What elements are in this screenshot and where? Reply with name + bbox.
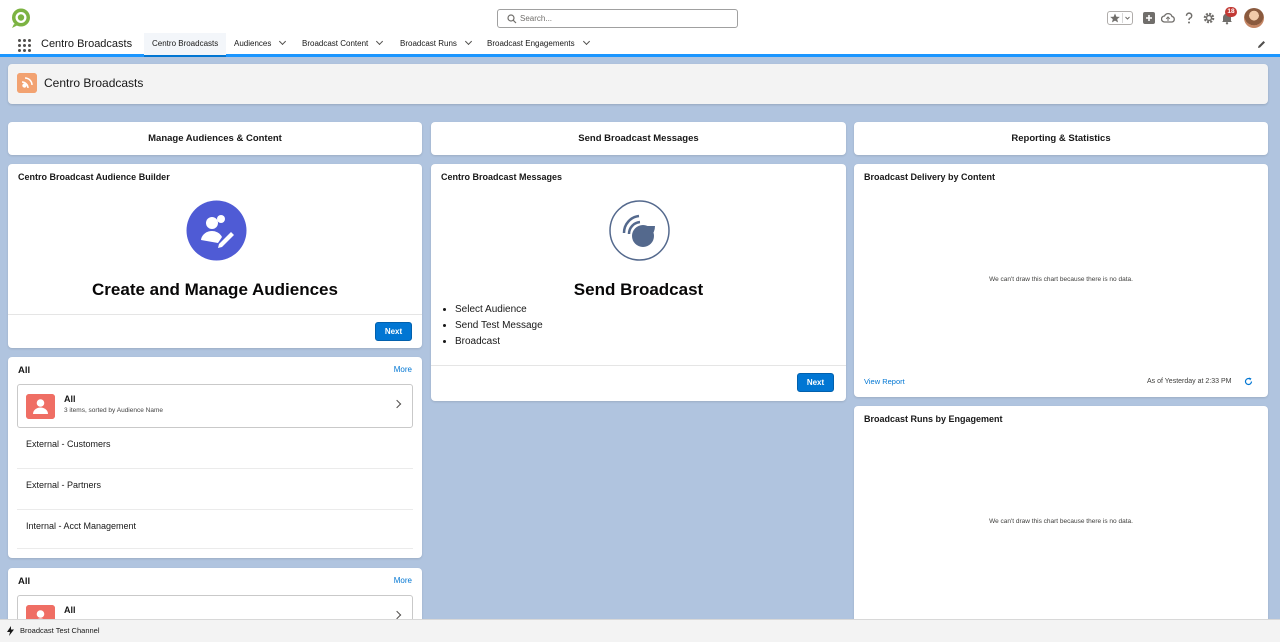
lightning-icon bbox=[7, 626, 14, 636]
row-divider bbox=[17, 509, 413, 510]
navigation-bar: Centro Broadcasts Centro Broadcasts Audi… bbox=[0, 33, 1280, 57]
user-avatar[interactable] bbox=[1244, 8, 1264, 28]
audience-list-view: All More All 3 items, sorted by Audience… bbox=[8, 357, 422, 558]
card-heading: Send Broadcast bbox=[573, 280, 704, 299]
list-item: Broadcast bbox=[455, 336, 543, 348]
as-of-timestamp: As of Yesterday at 2:33 PM bbox=[1147, 378, 1232, 385]
column-title: Reporting & Statistics bbox=[1011, 133, 1111, 144]
chevron-down-icon[interactable] bbox=[376, 37, 384, 46]
row-divider bbox=[17, 468, 413, 469]
card-title: Centro Broadcast Audience Builder bbox=[18, 172, 170, 182]
column-header-send: Send Broadcast Messages bbox=[431, 122, 846, 155]
page-header: Centro Broadcasts bbox=[8, 64, 1268, 104]
tab-label: Broadcast Content bbox=[302, 39, 369, 48]
next-button[interactable]: Next bbox=[375, 322, 412, 341]
chevron-right-icon bbox=[392, 399, 402, 409]
list-item[interactable]: External - Customers bbox=[26, 439, 413, 449]
tab-broadcast-runs[interactable]: Broadcast Runs bbox=[400, 33, 472, 57]
no-data-message: We can't draw this chart because there i… bbox=[989, 276, 1133, 283]
app-name: Centro Broadcasts bbox=[41, 38, 133, 50]
help-icon[interactable] bbox=[1182, 11, 1196, 25]
page-title: Centro Broadcasts bbox=[44, 76, 144, 90]
tab-label: Broadcast Engagements bbox=[487, 39, 575, 48]
search-icon bbox=[507, 14, 517, 24]
tab-audiences[interactable]: Audiences bbox=[234, 33, 287, 57]
card-heading: Create and Manage Audiences bbox=[92, 280, 338, 299]
view-report-link[interactable]: View Report bbox=[864, 377, 905, 386]
chevron-down-icon[interactable] bbox=[279, 37, 287, 46]
card-title: Broadcast Runs by Engagement bbox=[864, 414, 1003, 424]
edit-pencil-icon[interactable] bbox=[1257, 40, 1266, 49]
row-divider bbox=[17, 548, 413, 549]
card-title: Broadcast Delivery by Content bbox=[864, 172, 996, 182]
card-divider bbox=[431, 365, 846, 366]
audience-builder-icon bbox=[186, 200, 247, 261]
chevron-down-icon[interactable] bbox=[582, 37, 590, 46]
audience-icon bbox=[26, 394, 55, 419]
favorites-star-icon bbox=[1110, 13, 1130, 23]
utility-item-broadcast-test-channel[interactable]: Broadcast Test Channel bbox=[20, 626, 100, 635]
list-item: Send Test Message bbox=[455, 320, 543, 332]
list-summary[interactable]: All 3 items, sorted by Audience Name bbox=[17, 384, 413, 428]
global-search[interactable] bbox=[497, 9, 738, 28]
favorites-button[interactable] bbox=[1107, 11, 1133, 25]
more-link[interactable]: More bbox=[394, 365, 412, 374]
list-item[interactable]: Internal - Acct Management bbox=[26, 521, 413, 531]
list-summary-name: All bbox=[64, 394, 76, 404]
column-header-manage: Manage Audiences & Content bbox=[8, 122, 422, 155]
chevron-right-icon bbox=[392, 610, 402, 620]
column-title: Send Broadcast Messages bbox=[578, 133, 699, 144]
broadcast-icon bbox=[17, 73, 37, 93]
broadcast-messages-card: Centro Broadcast Messages Send Broadcast… bbox=[431, 164, 846, 401]
app-launcher-icon[interactable] bbox=[18, 39, 31, 52]
cloud-icon[interactable] bbox=[1161, 11, 1175, 25]
tab-label: Audiences bbox=[234, 39, 272, 48]
next-button[interactable]: Next bbox=[797, 373, 834, 392]
gear-icon[interactable] bbox=[1202, 11, 1216, 25]
tab-centro-broadcasts[interactable]: Centro Broadcasts bbox=[144, 33, 227, 57]
no-data-message: We can't draw this chart because there i… bbox=[989, 518, 1133, 525]
notification-count-badge: 18 bbox=[1225, 7, 1237, 17]
tab-broadcast-engagements[interactable]: Broadcast Engagements bbox=[487, 33, 590, 57]
chevron-down-icon[interactable] bbox=[464, 37, 472, 46]
list-item[interactable]: External - Partners bbox=[26, 480, 413, 490]
tab-label: Centro Broadcasts bbox=[152, 39, 219, 48]
list-view-title: All bbox=[18, 365, 31, 376]
report-chart-card: Broadcast Delivery by Content We can't d… bbox=[854, 164, 1268, 397]
tab-label: Broadcast Runs bbox=[400, 39, 457, 48]
add-icon[interactable] bbox=[1142, 11, 1156, 25]
audience-builder-card: Centro Broadcast Audience Builder Create… bbox=[8, 164, 422, 348]
more-link[interactable]: More bbox=[394, 576, 412, 585]
broadcast-icon bbox=[609, 200, 670, 261]
list-view-title: All bbox=[18, 576, 31, 587]
report-chart-card: Broadcast Runs by Engagement We can't dr… bbox=[854, 406, 1268, 628]
card-title: Centro Broadcast Messages bbox=[441, 172, 563, 182]
list-summary-name: All bbox=[64, 605, 76, 615]
tab-broadcast-content[interactable]: Broadcast Content bbox=[302, 33, 384, 57]
refresh-icon[interactable] bbox=[1244, 377, 1253, 386]
column-title: Manage Audiences & Content bbox=[148, 133, 282, 144]
broadcast-steps-list: Select Audience Send Test Message Broadc… bbox=[455, 304, 543, 352]
search-input[interactable] bbox=[520, 11, 730, 26]
column-header-reporting: Reporting & Statistics bbox=[854, 122, 1268, 155]
utility-bar: Broadcast Test Channel bbox=[0, 619, 1280, 642]
list-item: Select Audience bbox=[455, 304, 543, 316]
card-divider bbox=[8, 314, 422, 315]
global-header: 18 bbox=[0, 0, 1280, 33]
list-summary-subtitle: 3 items, sorted by Audience Name bbox=[64, 407, 163, 414]
app-logo-icon[interactable] bbox=[10, 8, 32, 28]
